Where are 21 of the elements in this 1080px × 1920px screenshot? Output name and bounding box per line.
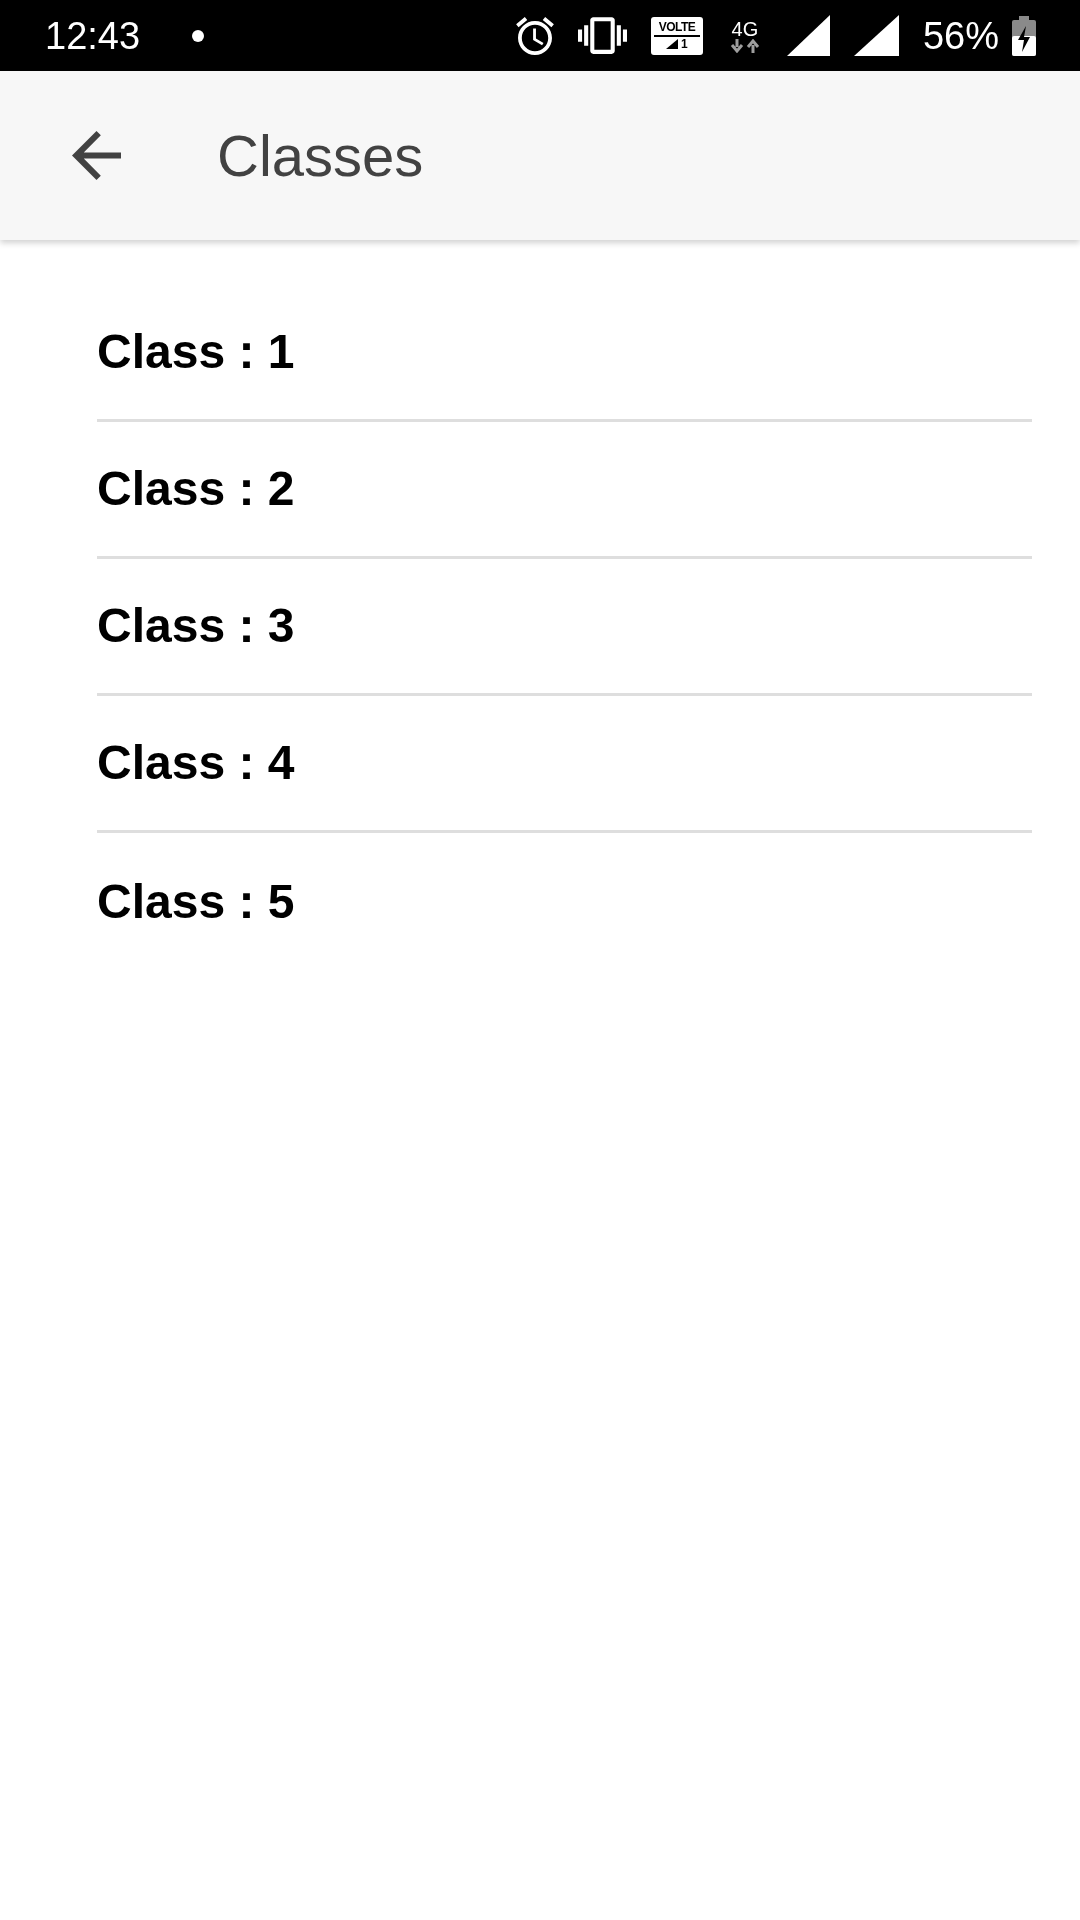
alarm-clock-icon (515, 16, 554, 55)
signal-icon (853, 15, 899, 56)
class-list-item[interactable]: Class : 3 (97, 559, 1032, 696)
class-list-item[interactable]: Class : 1 (97, 285, 1032, 422)
battery-percent: 56% (922, 16, 999, 55)
class-list-item[interactable]: Class : 4 (97, 696, 1032, 833)
network-type: 4G (731, 18, 759, 39)
data-arrows-icon (729, 38, 760, 53)
class-list-item[interactable]: Class : 2 (97, 422, 1032, 559)
volte-label: VOLTE (653, 19, 700, 35)
back-arrow-icon (72, 131, 121, 180)
signal-icon (786, 15, 830, 56)
notification-dot-icon (192, 29, 205, 42)
battery-charging-icon (1012, 15, 1036, 56)
signal-mini-icon (666, 39, 679, 49)
class-list-item[interactable]: Class : 5 (97, 833, 1032, 970)
vibrate-icon (577, 17, 627, 54)
status-time: 12:43 (45, 16, 141, 55)
volte-sim: 1 (681, 38, 688, 50)
app-bar-title: Classes (217, 126, 424, 185)
back-button[interactable] (72, 131, 121, 180)
